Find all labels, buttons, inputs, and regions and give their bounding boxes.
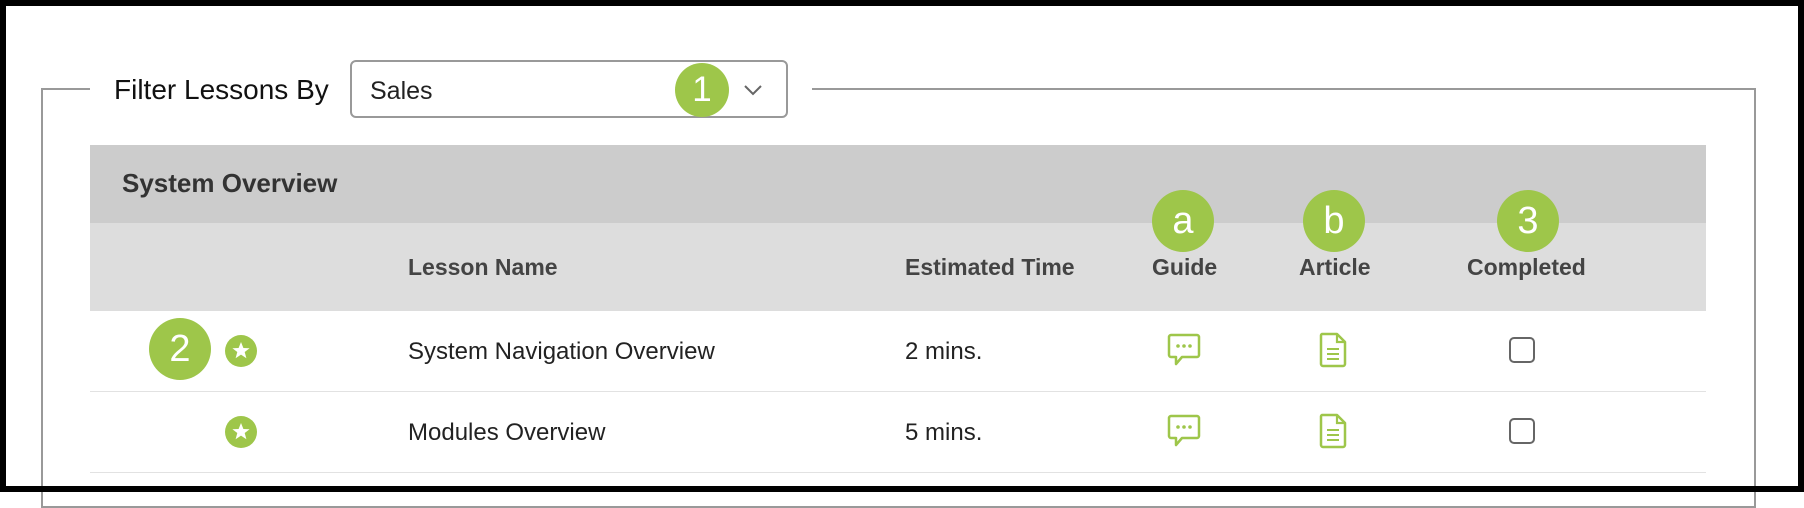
lesson-name[interactable]: System Navigation Overview <box>408 338 715 366</box>
column-header-completed: Completed <box>1467 254 1586 280</box>
column-header-guide: Guide <box>1152 254 1218 280</box>
chat-bubble-icon[interactable] <box>1167 413 1201 449</box>
completed-checkbox[interactable] <box>1509 337 1535 363</box>
callout-badge-a: a <box>1152 190 1214 252</box>
column-header-estimated-time: Estimated Time <box>905 254 1075 280</box>
chevron-down-icon <box>744 85 762 96</box>
completed-checkbox[interactable] <box>1509 418 1535 444</box>
table-row: System Navigation Overview 2 mins. <box>90 311 1706 392</box>
document-icon[interactable] <box>1318 413 1348 449</box>
document-icon[interactable] <box>1318 332 1348 368</box>
lesson-filter-value: Sales <box>370 77 433 105</box>
section-title: System Overview <box>122 168 338 198</box>
star-icon[interactable] <box>225 335 257 367</box>
lesson-time: 5 mins. <box>905 419 983 446</box>
callout-badge-b: b <box>1303 190 1365 252</box>
column-header-row: Lesson Name Estimated Time Guide Article… <box>90 223 1706 311</box>
lesson-time: 2 mins. <box>905 338 983 365</box>
table-row: Modules Overview 5 mins. <box>90 392 1706 473</box>
section-header: System Overview <box>90 145 1706 223</box>
column-header-lesson-name: Lesson Name <box>408 254 558 280</box>
callout-badge-2: 2 <box>149 318 211 380</box>
column-header-article: Article <box>1299 254 1371 280</box>
filter-label: Filter Lessons By <box>114 74 329 105</box>
chat-bubble-icon[interactable] <box>1167 332 1201 368</box>
lesson-name[interactable]: Modules Overview <box>408 419 605 447</box>
lessons-table: System Overview Lesson Name Estimated Ti… <box>90 145 1706 473</box>
callout-badge-1: 1 <box>675 63 729 117</box>
star-icon[interactable] <box>225 416 257 448</box>
callout-badge-3: 3 <box>1497 190 1559 252</box>
